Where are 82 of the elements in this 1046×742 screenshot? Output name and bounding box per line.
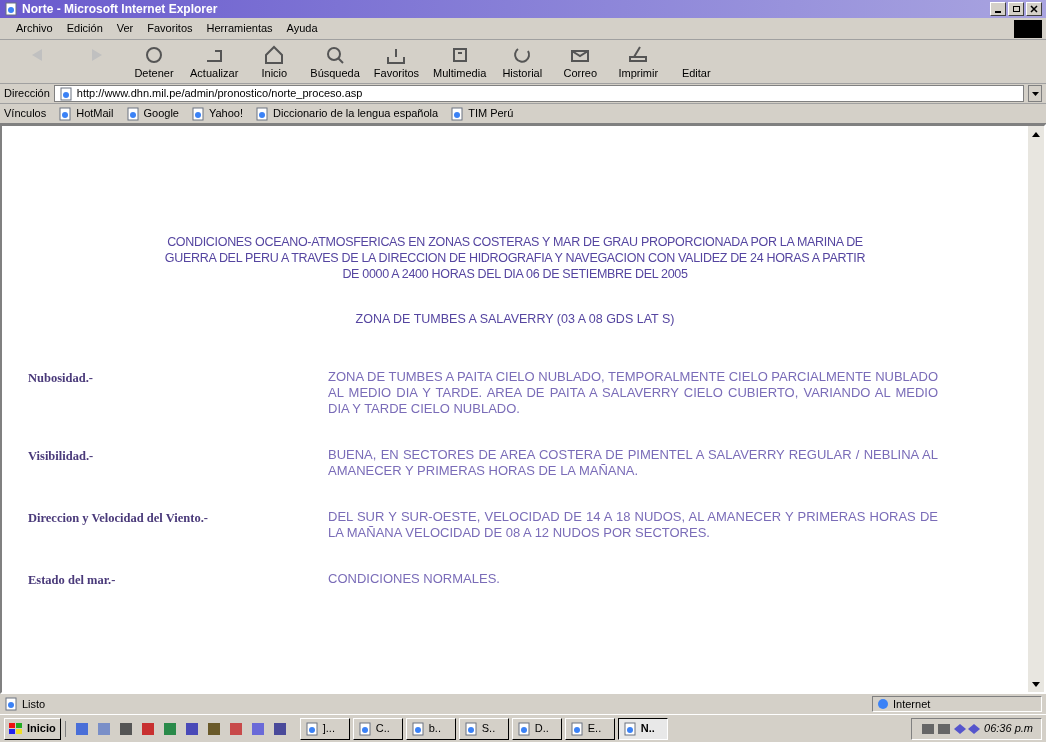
start-button[interactable]: Inicio [4, 717, 61, 740]
minimize-button[interactable] [990, 2, 1006, 16]
quick-launch-icon[interactable] [227, 720, 244, 737]
page-heading: CONDICIONES OCEANO-ATMOSFERICAS EN ZONAS COSTERAS Y MAR DE GRAU PROPORCIONADA POR LA MARINA DE GUERRA DEL PERU A TRAVES DE LA DIRECCION DE HIDROGRAFIA Y NAVEGACION CON VALIDEZ DE 24 HORAS A PARTIR DE 0000 A 2400 HORAS DEL DIA 06 DE SETIEMBRE DEL 2005 [163, 234, 867, 282]
toolbar-button[interactable]: Inicio [248, 43, 301, 80]
browser-icon [4, 2, 18, 16]
link-button[interactable]: Yahoo! [191, 105, 244, 122]
zone-heading: ZONA DE TUMBES A SALAVERRY (03 A 08 GDS LAT S) [354, 311, 676, 328]
links-label: Vínculos [4, 106, 47, 122]
quick-launch-icon[interactable] [249, 720, 266, 737]
page-icon [58, 86, 73, 101]
window-icon [569, 721, 584, 736]
taskbar-button[interactable]: ]... [299, 717, 350, 740]
address-label: Dirección [4, 86, 50, 102]
quick-launch-icon[interactable] [73, 720, 90, 737]
page-icon [4, 697, 18, 711]
window-icon [304, 721, 319, 736]
address-field[interactable]: http://www.dhn.mil.pe/admin/pronostico/norte_proceso.asp [53, 85, 1024, 102]
dropdown-button[interactable] [1028, 85, 1042, 102]
field-label: Visibilidad.- [28, 447, 95, 465]
toolbar-button[interactable]: Imprimir [612, 43, 665, 80]
menu-item[interactable]: Ver [116, 20, 134, 37]
menu-item[interactable]: Edición [66, 20, 103, 37]
window-icon [463, 721, 478, 736]
scroll-down-icon[interactable] [1032, 681, 1040, 687]
link-button[interactable]: TIM Perú [450, 105, 514, 122]
toolbar-button[interactable]: Correo [554, 43, 607, 80]
field-label: Nubosidad.- [28, 369, 94, 387]
field-label: Estado del mar.- [28, 571, 117, 589]
window-icon [357, 721, 372, 736]
quick-launch-icon[interactable] [205, 720, 222, 737]
quick-launch-icon[interactable] [161, 720, 178, 737]
field-text: BUENA, EN SECTORES DE AREA COSTERA DE PIMENTEL A SALAVERRY REGULAR / NEBLINA AL AMANECER Y PRIMERAS HORAS DE LA MAÑANA. [328, 446, 938, 479]
toolbar-button[interactable]: Búsqueda [306, 43, 364, 80]
restore-button[interactable] [1008, 2, 1024, 16]
field-text: DEL SUR Y SUR-OESTE, VELOCIDAD DE 14 A 18 NUDOS, AL AMANECER Y PRIMERAS HORAS DE LA MAÑANA VELOCIDAD DE 08 A 12 NUDOS POR SECTORES. [328, 508, 938, 541]
page-icon [191, 106, 205, 121]
quick-launch-icon[interactable] [117, 720, 134, 737]
quick-launch-icon[interactable] [139, 720, 156, 737]
link-button[interactable]: HotMail [58, 105, 114, 122]
page-icon [58, 106, 73, 121]
taskbar-button[interactable]: D.. [511, 717, 562, 740]
taskbar-button[interactable]: N.. [617, 717, 668, 740]
zone-text: Internet [893, 696, 931, 712]
page-icon [125, 106, 140, 121]
menu-item[interactable]: Favoritos [147, 20, 193, 37]
menu-item[interactable]: Ayuda [286, 20, 318, 37]
close-button[interactable] [1026, 2, 1042, 16]
taskbar-button[interactable]: C.. [352, 717, 403, 740]
throbber-logo [1014, 19, 1042, 38]
globe-icon [877, 698, 889, 710]
menu-item[interactable]: Archivo [16, 20, 53, 37]
window-icon [622, 721, 637, 736]
taskbar-button[interactable]: E.. [564, 717, 615, 740]
link-button[interactable]: Google [125, 105, 179, 122]
scroll-up-icon[interactable] [1032, 131, 1040, 137]
quick-launch-icon[interactable] [271, 720, 288, 737]
taskbar-button[interactable]: S.. [458, 717, 509, 740]
status-text: Listo [22, 696, 47, 712]
toolbar-button[interactable]: Actualizar [186, 43, 243, 80]
field-text: ZONA DE TUMBES A PAITA CIELO NUBLADO, TEMPORALMENTE CIELO PARCIALMENTE NUBLADO AL MEDIO DIA Y TARDE. AREA DE PAITA A SALAVERRY CIELO CUBIERTO, VARIANDO AL MEDIO DIA Y TARDE CIELO NUBLADO. [328, 368, 938, 417]
field-text: CONDICIONES NORMALES. [328, 570, 501, 588]
page-icon [450, 106, 465, 121]
quick-launch-icon[interactable] [183, 720, 200, 737]
windows-logo-icon [9, 722, 23, 735]
taskbar-button[interactable]: b.. [405, 717, 456, 740]
toolbar-button[interactable]: Historial [496, 43, 549, 80]
page-icon [255, 106, 270, 121]
window-title: Norte - Microsoft Internet Explorer [22, 1, 218, 18]
toolbar-button[interactable]: Multimedia [429, 43, 491, 80]
close-icon [1030, 5, 1038, 13]
menu-item[interactable]: Herramientas [206, 20, 273, 37]
clock: 06:36 p.m [984, 721, 1033, 737]
field-label: Direccion y Velocidad del Viento.- [28, 509, 209, 527]
window-icon [410, 721, 425, 736]
toolbar-button[interactable]: Detener [128, 43, 180, 80]
caret-icon [1031, 91, 1039, 96]
link-button[interactable]: Diccionario de la lengua española [255, 105, 439, 122]
window-icon [516, 721, 531, 736]
toolbar-button[interactable]: Favoritos [369, 43, 424, 80]
toolbar-button[interactable]: Editar [670, 67, 723, 80]
tray-icons-drawing [920, 721, 981, 736]
